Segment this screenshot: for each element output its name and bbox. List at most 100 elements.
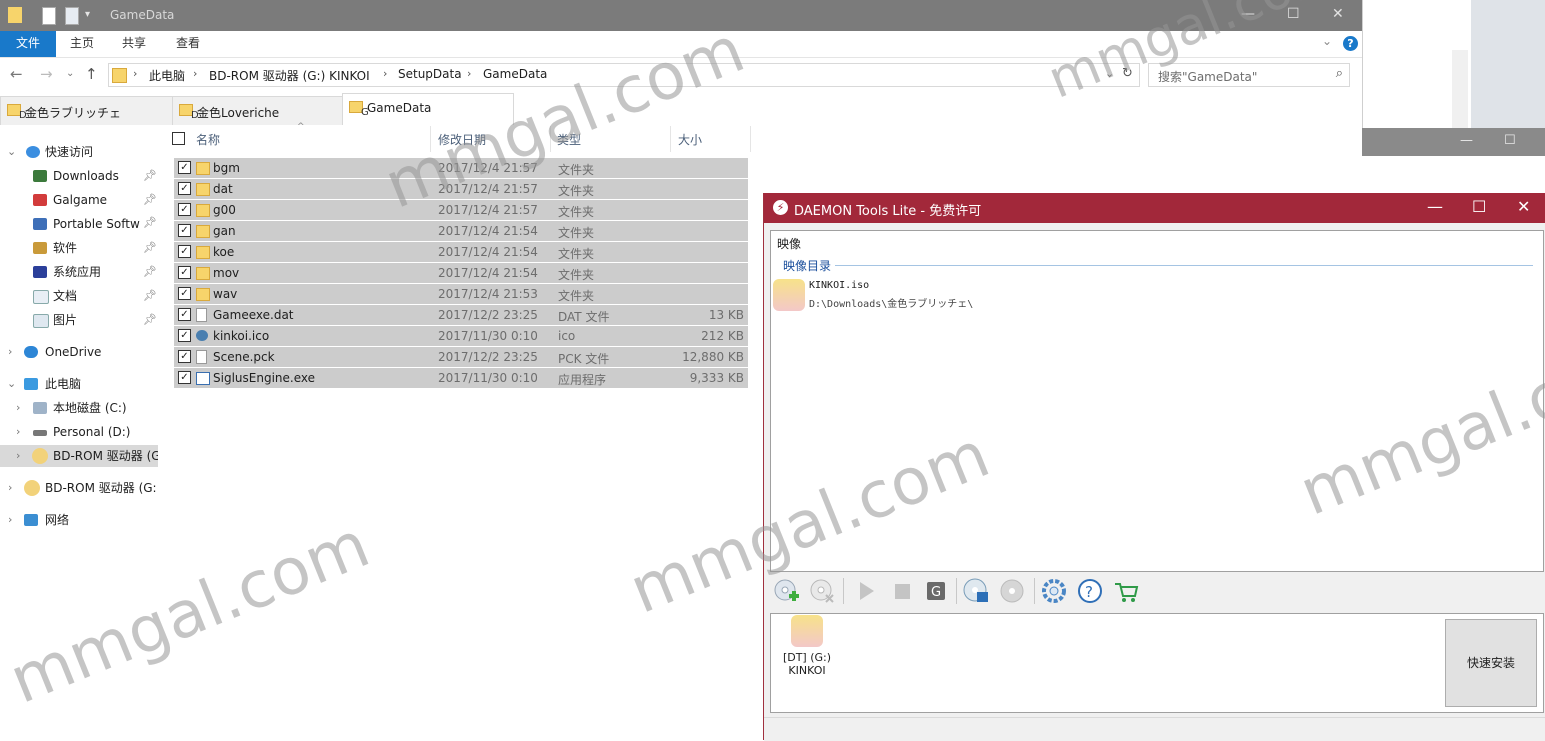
search-input[interactable]: 搜索"GameData" ⌕	[1148, 63, 1350, 87]
row-checkbox[interactable]: ✓	[178, 203, 191, 216]
quick-install-button[interactable]: 快速安装	[1445, 619, 1537, 707]
pin-icon[interactable]: 📌︎	[143, 309, 157, 331]
maximize-icon[interactable]: ☐	[1287, 6, 1300, 22]
row-checkbox[interactable]: ✓	[178, 224, 191, 237]
file-row[interactable]: ✓ bgm 2017/12/4 21:57 文件夹	[174, 158, 748, 178]
column-divider[interactable]	[670, 126, 671, 152]
nav-item-pictures[interactable]: 图片 📌︎	[0, 309, 158, 331]
settings-icon[interactable]	[1040, 577, 1068, 605]
column-divider[interactable]	[750, 126, 751, 152]
cart-icon[interactable]	[1112, 577, 1140, 605]
nav-item-documents[interactable]: 文档 📌︎	[0, 285, 158, 307]
add-image-icon[interactable]	[772, 577, 800, 605]
stop-icon[interactable]	[888, 577, 916, 605]
row-checkbox[interactable]: ✓	[178, 245, 191, 258]
play-icon[interactable]	[852, 577, 880, 605]
file-row[interactable]: ✓ gan 2017/12/4 21:54 文件夹	[174, 221, 748, 241]
pin-icon[interactable]: 📌︎	[143, 261, 157, 283]
row-checkbox[interactable]: ✓	[178, 329, 191, 342]
nav-bd-rom[interactable]: › BD-ROM 驱动器 (G:	[0, 477, 158, 499]
folder-tab-3[interactable]: G GameData	[342, 93, 514, 125]
nav-item-galgame[interactable]: Galgame 📌︎	[0, 189, 158, 211]
disc-icon[interactable]	[998, 577, 1026, 605]
up-arrow-icon[interactable]: ↑	[85, 65, 98, 83]
minimize-icon[interactable]: —	[1460, 133, 1473, 148]
row-checkbox[interactable]: ✓	[178, 266, 191, 279]
close-icon[interactable]: ✕	[1517, 197, 1530, 216]
chevron-down-icon[interactable]: ⌄	[7, 373, 16, 395]
folder-tab-1[interactable]: D 金色ラブリッチェ	[0, 96, 174, 125]
file-row[interactable]: ✓ koe 2017/12/4 21:54 文件夹	[174, 242, 748, 262]
folder-tab-2[interactable]: D 金色Loveriche	[172, 96, 344, 125]
column-divider[interactable]	[550, 126, 551, 152]
grab-icon[interactable]: G	[922, 577, 950, 605]
chevron-right-icon[interactable]: ›	[8, 341, 12, 363]
file-row[interactable]: ✓ wav 2017/12/4 21:53 文件夹	[174, 284, 748, 304]
address-bar[interactable]: › 此电脑 › BD-ROM 驱动器 (G:) KINKOI › SetupDa…	[108, 63, 1140, 87]
chevron-right-icon[interactable]: ›	[8, 509, 12, 531]
select-all-checkbox[interactable]	[172, 132, 185, 145]
column-type[interactable]: 类型	[557, 131, 581, 148]
row-checkbox[interactable]: ✓	[178, 287, 191, 300]
tab-share[interactable]: 共享	[122, 31, 146, 57]
breadcrumb-bd-rom[interactable]: BD-ROM 驱动器 (G:) KINKOI	[209, 67, 370, 84]
nav-item-system-apps[interactable]: 系统应用 📌︎	[0, 261, 158, 283]
file-row[interactable]: ✓ Scene.pck 2017/12/2 23:25 PCK 文件 12,880 KB	[174, 347, 748, 367]
pin-icon[interactable]: 📌︎	[143, 189, 157, 211]
maximize-icon[interactable]: ☐	[1504, 133, 1516, 148]
file-row[interactable]: ✓ mov 2017/12/4 21:54 文件夹	[174, 263, 748, 283]
file-row[interactable]: ✓ SiglusEngine.exe 2017/11/30 0:10 应用程序 9,33…	[174, 368, 748, 388]
nav-item-portable-software[interactable]: Portable Softw	[0, 213, 140, 235]
file-row[interactable]: ✓ Gameexe.dat 2017/12/2 23:25 DAT 文件 13 KB	[174, 305, 748, 325]
background-scrollbar[interactable]	[1452, 50, 1468, 128]
pin-icon[interactable]: 📌︎	[143, 216, 157, 229]
chevron-right-icon[interactable]: ›	[16, 397, 20, 419]
close-icon[interactable]: ✕	[1332, 6, 1344, 22]
row-checkbox[interactable]: ✓	[178, 371, 191, 384]
chevron-right-icon[interactable]: ›	[16, 445, 20, 467]
nav-item-downloads[interactable]: Downloads 📌︎	[0, 165, 158, 187]
file-row[interactable]: ✓ g00 2017/12/4 21:57 文件夹	[174, 200, 748, 220]
back-arrow-icon[interactable]: ←	[10, 65, 23, 83]
recent-locations-icon[interactable]: ⌄	[66, 68, 74, 79]
refresh-icon[interactable]: ↻	[1122, 66, 1133, 81]
row-checkbox[interactable]: ✓	[178, 182, 191, 195]
nav-network[interactable]: › 网络	[0, 509, 158, 531]
chevron-down-icon[interactable]: ▾	[85, 9, 99, 25]
column-date[interactable]: 修改日期	[438, 131, 486, 148]
breadcrumb-setupdata[interactable]: SetupData	[398, 67, 462, 81]
nav-quick-access[interactable]: ⌄ 快速访问	[0, 141, 158, 163]
column-size[interactable]: 大小	[678, 131, 702, 148]
forward-arrow-icon[interactable]: →	[40, 65, 53, 83]
row-checkbox[interactable]: ✓	[178, 350, 191, 363]
nav-onedrive[interactable]: › OneDrive	[0, 341, 158, 363]
chevron-down-icon[interactable]: ⌄	[1322, 34, 1332, 48]
breadcrumb-this-pc[interactable]: 此电脑	[149, 67, 185, 84]
column-divider[interactable]	[430, 126, 431, 152]
minimize-icon[interactable]: —	[1241, 6, 1255, 22]
new-folder-icon[interactable]	[65, 7, 79, 25]
pin-icon[interactable]: 📌︎	[143, 285, 157, 307]
maximize-icon[interactable]: ☐	[1472, 197, 1486, 216]
chevron-right-icon[interactable]: ›	[16, 421, 20, 443]
row-checkbox[interactable]: ✓	[178, 161, 191, 174]
search-icon[interactable]: ⌕	[1336, 66, 1343, 81]
write-disc-icon[interactable]	[962, 577, 990, 605]
chevron-down-icon[interactable]: ⌄	[7, 141, 16, 163]
nav-item-software[interactable]: 软件 📌︎	[0, 237, 158, 259]
minimize-icon[interactable]: —	[1427, 197, 1443, 216]
properties-icon[interactable]	[42, 7, 56, 25]
pin-icon[interactable]: 📌︎	[143, 165, 157, 187]
column-name[interactable]: 名称	[196, 131, 220, 148]
remove-image-icon[interactable]	[808, 577, 836, 605]
row-checkbox[interactable]: ✓	[178, 308, 191, 321]
breadcrumb-gamedata[interactable]: GameData	[483, 67, 547, 81]
nav-drive-c[interactable]: › 本地磁盘 (C:)	[0, 397, 158, 419]
tab-home[interactable]: 主页	[70, 31, 94, 57]
tab-view[interactable]: 查看	[176, 31, 200, 57]
file-row[interactable]: ✓ kinkoi.ico 2017/11/30 0:10 ico 212 KB	[174, 326, 748, 346]
chevron-right-icon[interactable]: ›	[8, 477, 12, 499]
nav-drive-d[interactable]: › Personal (D:)	[0, 421, 158, 443]
chevron-down-icon[interactable]: ⌄	[1105, 67, 1114, 80]
tab-file[interactable]: 文件	[0, 31, 56, 57]
